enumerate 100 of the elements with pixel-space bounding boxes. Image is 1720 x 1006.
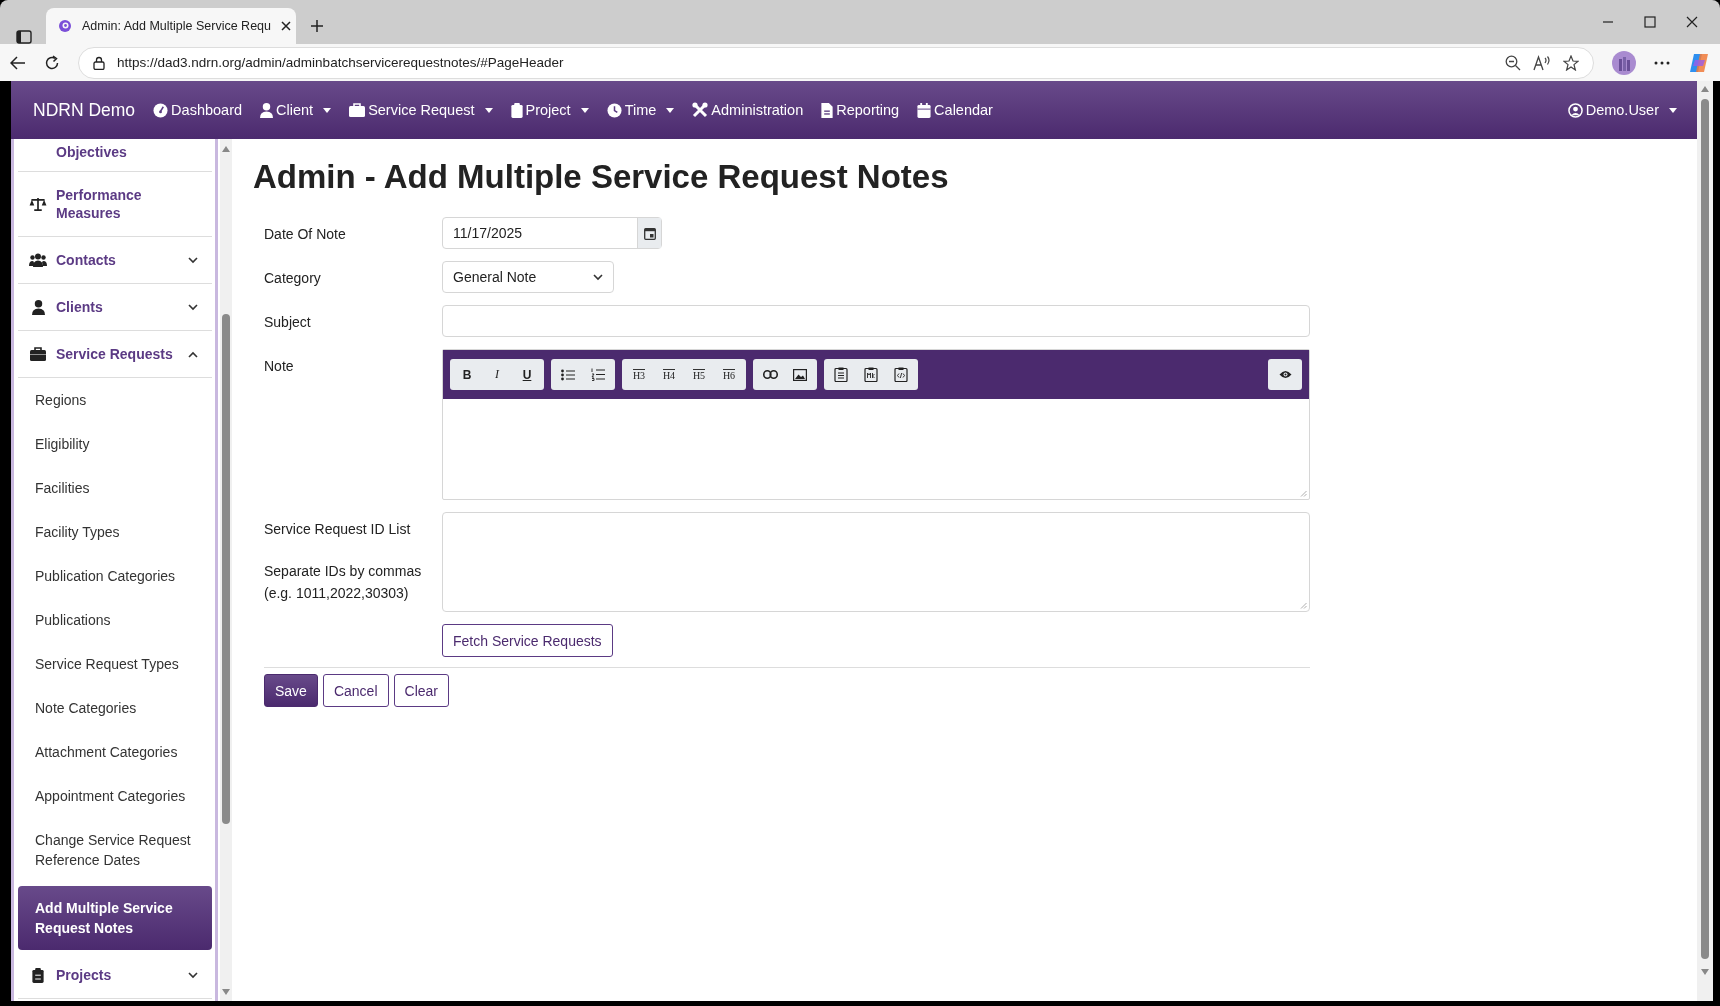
date-field[interactable]: 11/17/2025	[442, 217, 662, 249]
copilot-icon[interactable]	[1688, 51, 1710, 74]
field-label: Category	[264, 269, 322, 287]
avatar-icon[interactable]	[1612, 50, 1636, 75]
maximize-icon[interactable]	[1644, 16, 1656, 28]
sidebar-subitem[interactable]: Note Categories	[18, 686, 212, 730]
sidebar-subitem[interactable]: Publication Categories	[18, 554, 212, 598]
nav-link[interactable]: Project	[510, 102, 589, 118]
close-icon[interactable]	[281, 21, 291, 31]
category-select[interactable]: General Note	[442, 261, 614, 293]
clear-button[interactable]: Clear	[393, 674, 449, 707]
clipboard-document-icon	[894, 367, 908, 382]
underline-button[interactable]: U	[512, 359, 542, 390]
sidebar-subitem[interactable]: Facilities	[18, 466, 212, 510]
refresh-icon[interactable]	[44, 54, 60, 71]
user-icon	[31, 299, 45, 315]
scrollbar[interactable]	[1701, 99, 1709, 959]
tab-title: Admin: Add Multiple Service Requ	[82, 19, 271, 33]
sidebar-item[interactable]: Projects	[18, 952, 212, 999]
caret-icon	[580, 107, 589, 113]
read-aloud-icon[interactable]	[1533, 54, 1551, 71]
more-icon[interactable]	[1654, 60, 1670, 65]
sidebar-icon[interactable]	[16, 30, 32, 44]
swirl-icon	[58, 19, 72, 33]
chevron-down-icon[interactable]	[593, 273, 603, 281]
user-menu[interactable]: Demo.User	[1567, 102, 1677, 118]
sidebar-item[interactable]: Clients	[18, 284, 212, 331]
nav-link[interactable]: Calendar	[917, 102, 993, 118]
clock-icon	[606, 102, 622, 118]
sidebar-subitem[interactable]: Eligibility	[18, 422, 212, 466]
resize-grip-icon[interactable]	[1300, 602, 1307, 609]
sidebar-item[interactable]: Objectives	[18, 139, 212, 172]
nav-link[interactable]: Service Request	[349, 102, 493, 118]
nav-link[interactable]: Time	[606, 102, 675, 118]
caret-icon	[323, 107, 332, 113]
sidebar-item[interactable]: Service Requests	[18, 331, 212, 378]
id-list-field[interactable]	[442, 512, 1310, 612]
nav-link[interactable]: Reporting	[821, 102, 900, 118]
sidebar-subitem[interactable]: Attachment Categories	[18, 730, 212, 774]
chevron-down-icon[interactable]	[188, 303, 198, 311]
italic-button[interactable]: I	[482, 359, 512, 390]
fetch-button[interactable]: Fetch Service Requests	[442, 624, 613, 657]
chevron-down-icon[interactable]	[188, 256, 198, 264]
scroll-up-icon[interactable]	[1701, 86, 1709, 92]
page-title: Admin - Add Multiple Service Request Notes	[253, 157, 950, 197]
nav-link[interactable]: Administration	[692, 102, 804, 118]
sidebar-subitem[interactable]: Appointment Categories	[18, 774, 212, 818]
resize-grip-icon[interactable]	[1300, 490, 1307, 497]
link-icon	[762, 370, 778, 379]
nav-link[interactable]: Dashboard	[153, 102, 243, 118]
sidebar-item[interactable]: Contacts	[18, 237, 212, 284]
brand-name[interactable]: NDRN Demo	[33, 99, 136, 121]
calendar-icon	[917, 102, 932, 118]
scrollbar[interactable]	[220, 139, 232, 1001]
save-button[interactable]: Save	[264, 674, 318, 707]
back-icon[interactable]	[10, 55, 26, 70]
scroll-up-icon[interactable]	[222, 146, 230, 152]
calendar-icon[interactable]	[643, 226, 656, 240]
briefcase-icon	[349, 103, 366, 117]
field-label: Date Of Note	[264, 225, 347, 243]
numbered-list-icon	[591, 368, 605, 381]
cancel-button[interactable]: Cancel	[322, 674, 389, 707]
gauge-icon	[153, 102, 169, 118]
clipboard-document-icon	[864, 367, 878, 382]
heading-button[interactable]: H3	[624, 359, 654, 390]
field-label: Note	[264, 357, 295, 375]
sidebar-subitem[interactable]: Change Service Request Reference Dates	[18, 818, 212, 882]
briefcase-icon	[30, 347, 46, 361]
sidebar-item[interactable]: Performance Measures	[18, 172, 212, 237]
note-editor[interactable]: B I U H3 H4 H5 H6	[442, 349, 1310, 500]
subject-field[interactable]	[442, 305, 1310, 337]
scroll-down-icon[interactable]	[222, 989, 230, 995]
sidebar-subitem[interactable]: Add Multiple Service Request Notes	[18, 886, 212, 950]
user-circle-icon	[1567, 102, 1583, 118]
chevron-down-icon[interactable]	[188, 971, 198, 979]
heading-button[interactable]: H4	[654, 359, 684, 390]
sidebar-subitem[interactable]: Publications	[18, 598, 212, 642]
nav-link[interactable]: Client	[260, 102, 332, 118]
tools-icon	[692, 102, 709, 118]
star-icon[interactable]	[1563, 54, 1579, 71]
plus-icon[interactable]	[310, 19, 324, 33]
bold-button[interactable]: B	[452, 359, 482, 390]
field-label: Service Request ID List	[264, 520, 412, 538]
sidebar-subitem[interactable]: Service Request Types	[18, 642, 212, 686]
scroll-down-icon[interactable]	[1701, 969, 1709, 975]
close-icon[interactable]	[1686, 16, 1698, 28]
clipboard-icon	[834, 367, 848, 382]
url-text: https://dad3.ndrn.org/admin/adminbatchservicerequestnotes/#PageHeader	[117, 55, 565, 70]
heading-button[interactable]: H6	[714, 359, 744, 390]
sidebar-subitem[interactable]: Regions	[18, 378, 212, 422]
caret-icon	[1669, 107, 1677, 113]
address-bar[interactable]: https://dad3.ndrn.org/admin/adminbatchservicerequestnotes/#PageHeader	[78, 46, 1594, 79]
sidebar-subitem[interactable]: Facility Types	[18, 510, 212, 554]
chevron-up-icon[interactable]	[188, 350, 198, 358]
browser-tab[interactable]: Admin: Add Multiple Service Requ	[46, 8, 296, 44]
heading-button[interactable]: H5	[684, 359, 714, 390]
field-label: Subject	[264, 313, 312, 331]
caret-icon	[666, 107, 675, 113]
hint-text: (e.g. 1011,2022,30303)	[264, 584, 410, 603]
zoom-out-icon[interactable]	[1505, 54, 1521, 71]
